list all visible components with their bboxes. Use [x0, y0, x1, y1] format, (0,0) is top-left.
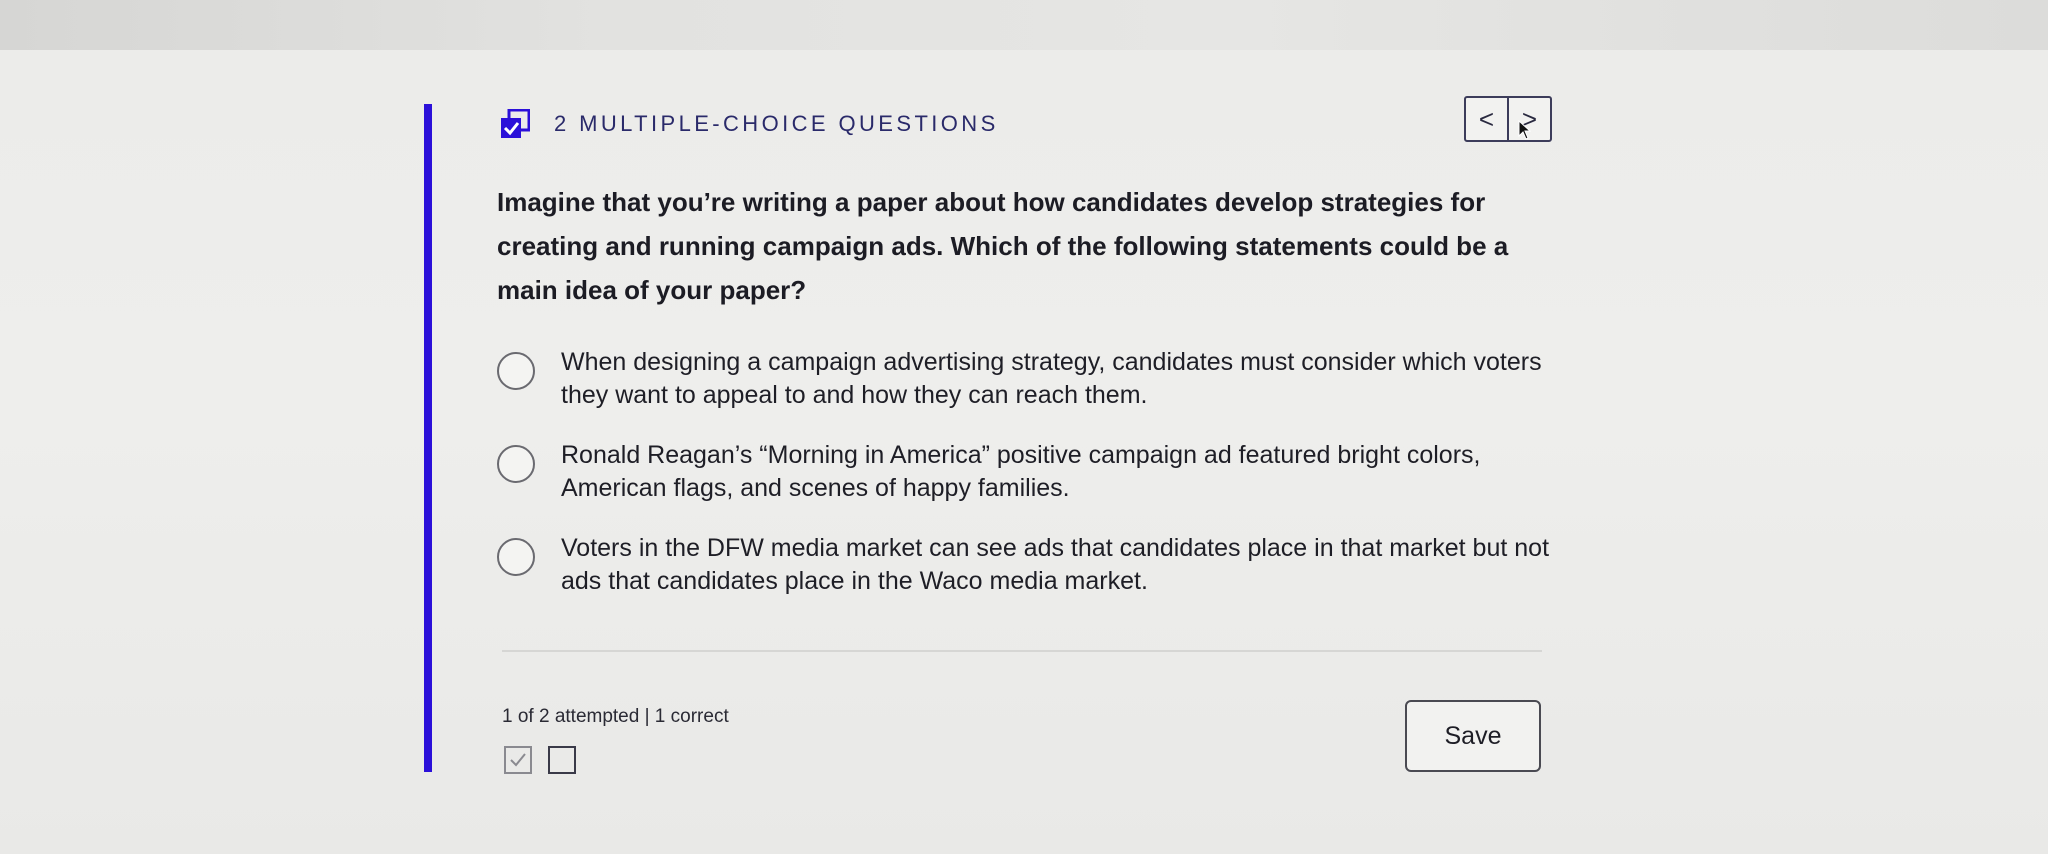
radio-button[interactable] — [497, 445, 535, 483]
question-header: 2 MULTIPLE-CHOICE QUESTIONS — [500, 105, 1550, 145]
radio-button[interactable] — [497, 538, 535, 576]
prev-question-button[interactable]: < — [1466, 98, 1507, 140]
answer-option-1[interactable]: When designing a campaign advertising st… — [497, 346, 1557, 416]
section-title: 2 MULTIPLE-CHOICE QUESTIONS — [554, 111, 999, 136]
answer-option-text: Voters in the DFW media market can see a… — [561, 534, 1550, 595]
radio-button[interactable] — [497, 352, 535, 390]
divider — [502, 650, 1542, 652]
progress-box-correct-icon[interactable] — [504, 746, 532, 774]
save-button[interactable]: Save — [1405, 700, 1541, 772]
screen-top-strip — [0, 0, 2048, 50]
progress-summary: 1 of 2 attempted | 1 correct — [502, 706, 729, 727]
checkbox-checked-icon — [500, 108, 531, 139]
progress-box-empty-icon[interactable] — [548, 746, 576, 774]
answer-option-3[interactable]: Voters in the DFW media market can see a… — [497, 532, 1557, 602]
question-nav: < > — [1464, 96, 1552, 142]
answer-option-text: When designing a campaign advertising st… — [561, 348, 1542, 409]
mouse-cursor-icon — [1518, 119, 1532, 140]
accent-bar — [424, 104, 432, 772]
answer-option-text: Ronald Reagan’s “Morning in America” pos… — [561, 441, 1481, 502]
answer-option-2[interactable]: Ronald Reagan’s “Morning in America” pos… — [497, 439, 1557, 509]
question-text: Imagine that you’re writing a paper abou… — [497, 187, 1509, 305]
